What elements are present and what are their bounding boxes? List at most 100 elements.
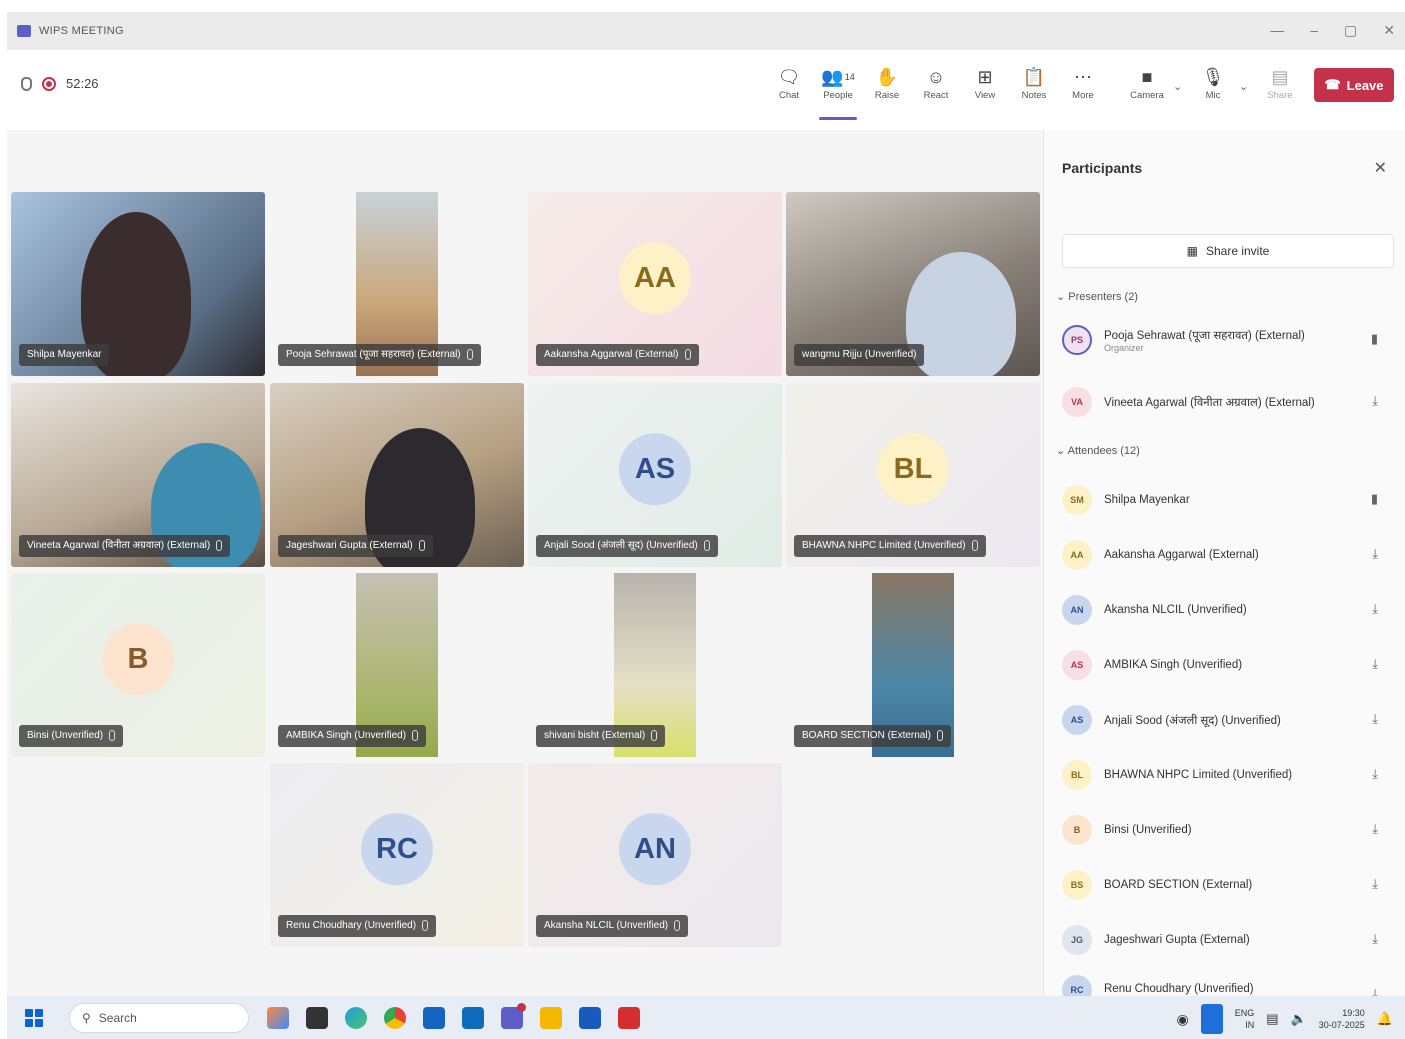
widgets-icon[interactable] [267,1006,289,1029]
attendees-section-toggle[interactable]: ⌄ Attendees (12) [1056,444,1140,457]
avatar: AA [1062,540,1092,570]
meeting-toolbar: 52:26 🗨 Chat 👥 14 People ✋ Raise ☺ React … [7,50,1405,130]
video-tile[interactable]: wangmu Rijju (Unverified) [786,192,1040,376]
video-tile[interactable]: AS Anjali Sood (अंजली सूद) (Unverified) [528,383,782,567]
mic-status-icon [684,349,691,360]
notes-icon: 📋 [1022,66,1046,87]
mic-off-icon: ⤓ [1372,546,1378,561]
mic-status-icon [674,920,681,931]
video-tile[interactable]: Jageshwari Gupta (External) [270,383,524,567]
chrome-browser-icon[interactable] [384,1006,406,1029]
avatar: B [102,623,174,696]
leave-button[interactable]: ☎ Leave [1314,68,1394,102]
maximize-button[interactable]: ▢ [1344,22,1357,39]
mic-off-icon: ⤓ [1372,711,1378,726]
camera-button[interactable]: ■ Camera [1125,64,1169,116]
video-tile[interactable]: AN Akansha NLCIL (Unverified) [528,763,782,947]
grid-icon: ⊞ [977,66,993,87]
participant-row[interactable]: AA Aakansha Aggarwal (External) ⤓ [1062,535,1394,575]
camera-options-chevron-icon[interactable]: ⌄ [1173,80,1182,93]
volume-icon[interactable]: 🔈 [1291,1011,1307,1027]
participant-row[interactable]: BL BHAWNA NHPC Limited (Unverified) ⤓ [1062,755,1394,795]
acrobat-icon[interactable] [618,1006,640,1029]
store-icon[interactable] [423,1006,445,1029]
more-button[interactable]: ⋯ More [1061,64,1105,116]
notification-icon[interactable]: 🔔 [1377,1011,1393,1027]
mic-button[interactable]: 🎙 Mic [1191,64,1235,116]
video-tile[interactable]: B Binsi (Unverified) [11,573,265,757]
outlook-icon[interactable] [462,1006,484,1029]
avatar: JG [1062,925,1092,955]
mic-options-chevron-icon[interactable]: ⌄ [1239,80,1248,93]
view-button[interactable]: ⊞ View [963,64,1007,116]
participant-row[interactable]: PS Pooja Sehrawat (पूजा सहरावत) (Externa… [1062,320,1394,360]
mic-off-icon: ⤓ [1372,766,1378,781]
language-indicator[interactable]: ENG IN [1235,1007,1255,1031]
video-tile[interactable]: BL BHAWNA NHPC Limited (Unverified) [786,383,1040,567]
participant-row[interactable]: B Binsi (Unverified) ⤓ [1062,810,1394,850]
camera-icon: ■ [1141,66,1153,87]
meeting-window: WIPS MEETING — – ▢ ✕ 52:26 🗨 Chat 👥 14 Pe… [7,12,1405,996]
teams-icon[interactable] [501,1002,526,1029]
taskbar-search[interactable]: ⚲ Search [69,1002,249,1033]
task-view-icon[interactable] [306,1006,328,1029]
start-button[interactable] [25,1008,43,1027]
panel-title: Participants [1062,160,1143,176]
file-explorer-icon[interactable] [540,1006,562,1029]
avatar: RC [361,813,433,886]
share-invite-icon: ▦ [1186,244,1198,258]
video-tile[interactable]: Vineeta Agarwal (विनीता अग्रवाल) (Extern… [11,383,265,567]
windows-taskbar: ⚲ Search ◉ ENG IN ▤ 🔈 19:30 30-07-2025 🔔 [7,996,1405,1039]
raise-hand-button[interactable]: ✋ Raise [865,64,909,116]
people-button[interactable]: 👥 14 People [816,64,860,120]
presenters-section-toggle[interactable]: ⌄ Presenters (2) [1056,290,1138,303]
recording-icon [42,76,56,91]
share-invite-button[interactable]: ▦ Share invite [1062,234,1394,268]
mic-off-icon: ⤓ [1372,393,1378,408]
mic-status-icon [936,730,943,741]
word-icon[interactable] [579,1006,601,1029]
edge-browser-icon[interactable] [345,1006,367,1029]
participants-panel: Participants ✕ ▦ Share invite ⌄ Presente… [1043,130,1405,996]
avatar: BL [1062,760,1092,790]
avatar: B [1062,815,1092,845]
participant-row[interactable]: AN Akansha NLCIL (Unverified) ⤓ [1062,590,1394,630]
active-app-icon[interactable] [1200,1004,1223,1034]
network-icon[interactable]: ▤ [1266,1011,1278,1027]
video-tile[interactable]: BOARD SECTION (External) [786,573,1040,757]
mic-status-icon [412,730,419,741]
share-button[interactable]: ▤ Share [1258,64,1302,116]
notes-button[interactable]: 📋 Notes [1012,64,1056,116]
teams-logo-icon [17,25,31,37]
video-tile[interactable]: Shilpa Mayenkar [11,192,265,376]
mic-icon: 🎙 [1201,66,1225,87]
participant-row[interactable]: JG Jageshwari Gupta (External) ⤓ [1062,920,1394,960]
chat-button[interactable]: 🗨 Chat [767,64,811,116]
video-tile[interactable]: shivani bisht (External) [528,573,782,757]
video-tile[interactable]: AA Aakansha Aggarwal (External) [528,192,782,376]
react-button[interactable]: ☺ React [914,64,958,116]
meeting-timer: 52:26 [66,76,99,91]
participant-row[interactable]: AS Anjali Sood (अंजली सूद) (Unverified) … [1062,700,1394,740]
participant-row[interactable]: RC Renu Choudhary (Unverified) ⤓ [1062,975,1394,996]
participant-row[interactable]: SM Shilpa Mayenkar ▮ [1062,480,1394,520]
participant-row[interactable]: AS AMBIKA Singh (Unverified) ⤓ [1062,645,1394,685]
mic-status-icon [418,540,425,551]
avatar: AS [1062,650,1092,680]
video-tile[interactable]: AMBIKA Singh (Unverified) [270,573,524,757]
avatar: AN [619,813,691,886]
copilot-icon[interactable]: ◉ [1177,1011,1189,1028]
video-tile[interactable]: RC Renu Choudhary (Unverified) [270,763,524,947]
mic-status-icon [216,540,223,551]
participant-row[interactable]: VA Vineeta Agarwal (विनीता अग्रवाल) (Ext… [1062,382,1394,422]
avatar: SM [1062,485,1092,515]
participant-row[interactable]: BS BOARD SECTION (External) ⤓ [1062,865,1394,905]
video-tile[interactable]: Pooja Sehrawat (पूजा सहरावत) (External) [270,192,524,376]
minimize-button[interactable]: – [1310,22,1318,39]
minimize-all-button[interactable]: — [1270,22,1284,39]
avatar: VA [1062,387,1092,417]
close-window-button[interactable]: ✕ [1383,22,1395,39]
system-clock[interactable]: 19:30 30-07-2025 [1319,1007,1365,1031]
close-panel-icon[interactable]: ✕ [1374,158,1387,178]
people-count-badge: 14 [844,72,855,82]
